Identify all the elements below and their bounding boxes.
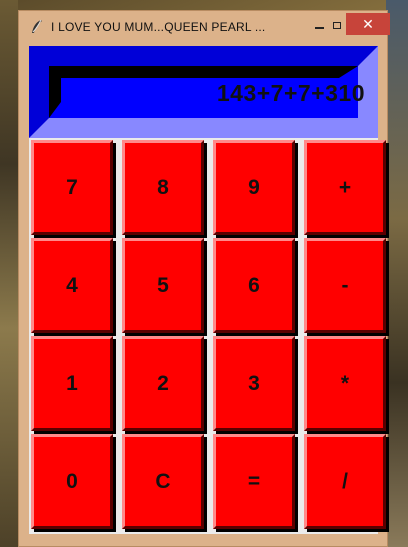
maximize-icon <box>333 21 341 29</box>
calculator-window: I LOVE YOU MUM...QUEEN PEARL ... ✕ 143+7… <box>18 10 390 547</box>
minimize-icon <box>314 27 324 29</box>
key-0[interactable]: 0 <box>31 434 113 529</box>
key-3[interactable]: 3 <box>213 336 295 431</box>
key-5[interactable]: 5 <box>122 238 204 333</box>
desktop-background-right <box>386 0 408 547</box>
key-6[interactable]: 6 <box>213 238 295 333</box>
calculator-display: 143+7+7+310 <box>29 46 378 138</box>
close-button[interactable]: ✕ <box>346 13 390 35</box>
maximize-button[interactable] <box>326 15 348 35</box>
key-2[interactable]: 2 <box>122 336 204 431</box>
key-plus[interactable]: + <box>304 140 386 235</box>
key-4[interactable]: 4 <box>31 238 113 333</box>
key-1[interactable]: 1 <box>31 336 113 431</box>
key-minus[interactable]: - <box>304 238 386 333</box>
display-value: 143+7+7+310 <box>216 80 365 106</box>
key-8[interactable]: 8 <box>122 140 204 235</box>
key-equals[interactable]: = <box>213 434 295 529</box>
key-multiply[interactable]: * <box>304 336 386 431</box>
keypad: 7 8 9 + 4 5 6 - 1 2 3 * 0 C = / <box>29 138 386 534</box>
key-divide[interactable]: / <box>304 434 386 529</box>
window-title: I LOVE YOU MUM...QUEEN PEARL ... <box>51 20 266 34</box>
desktop-background-left <box>0 0 18 547</box>
title-bar[interactable]: I LOVE YOU MUM...QUEEN PEARL ... ✕ <box>19 11 390 43</box>
key-7[interactable]: 7 <box>31 140 113 235</box>
key-clear[interactable]: C <box>122 434 204 529</box>
key-9[interactable]: 9 <box>213 140 295 235</box>
close-icon: ✕ <box>362 15 374 32</box>
feather-icon <box>30 19 44 35</box>
